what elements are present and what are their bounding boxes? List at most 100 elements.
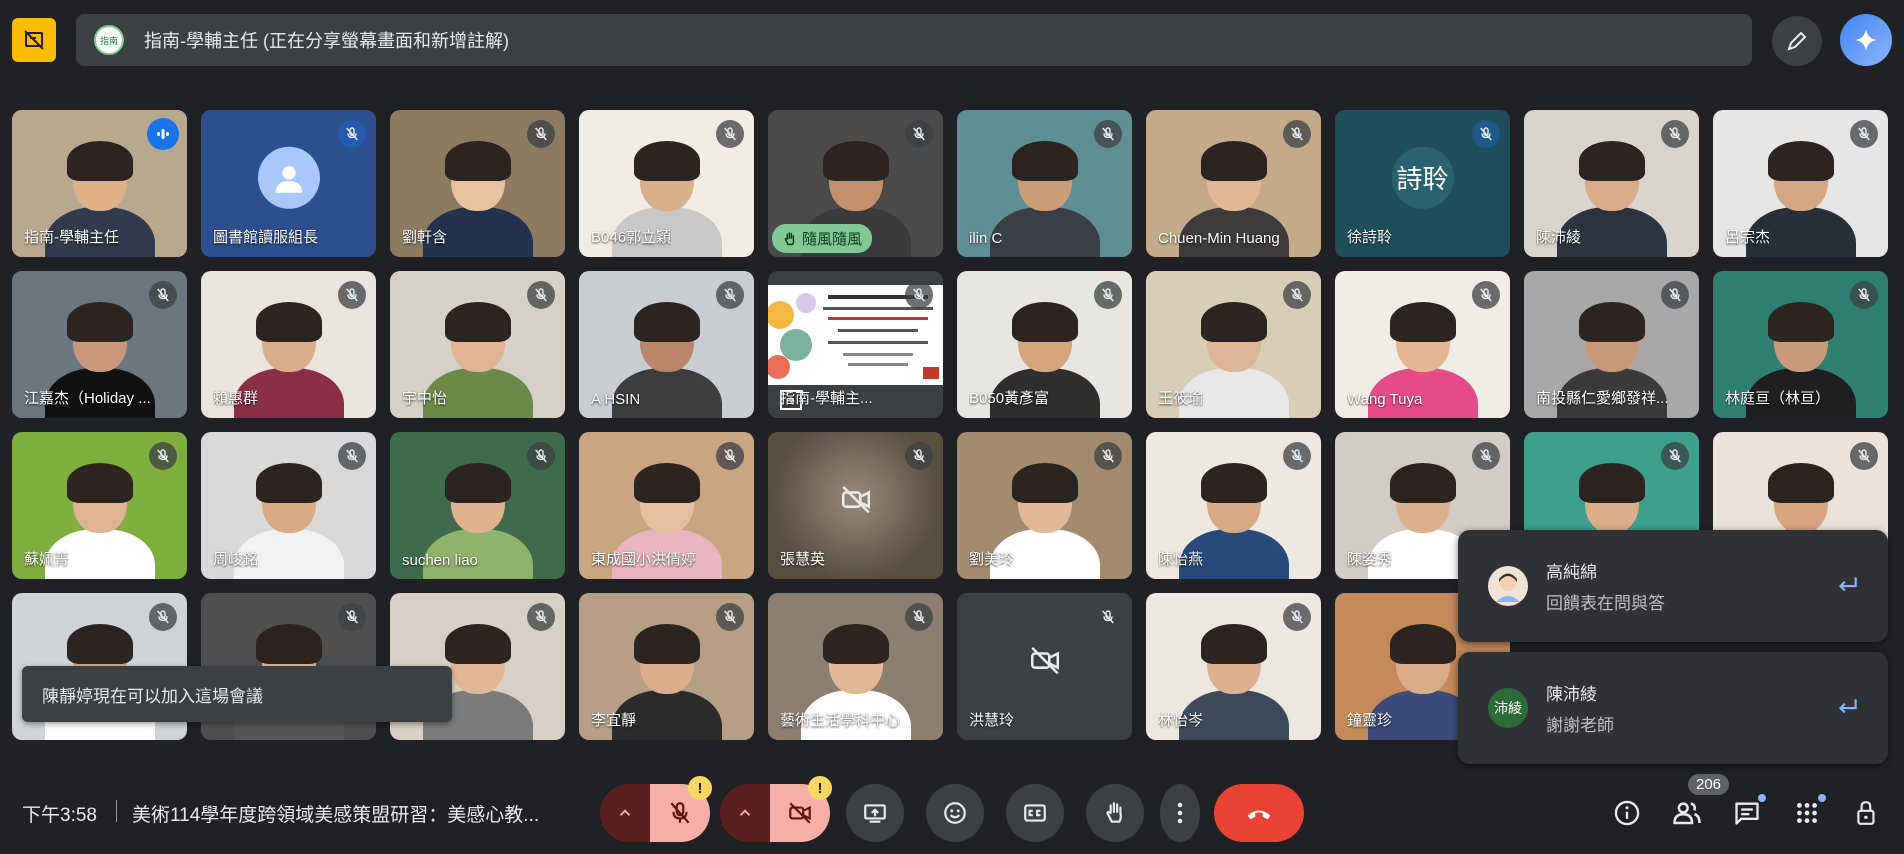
- muted-mic-icon: [1094, 442, 1122, 470]
- participant-tile[interactable]: 陳怡燕: [1146, 432, 1321, 579]
- participant-name: 洪慧玲: [969, 712, 1015, 729]
- participant-tile[interactable]: 洪慧玲: [957, 593, 1132, 740]
- reactions-button[interactable]: [926, 784, 984, 842]
- muted-mic-icon: [1283, 120, 1311, 148]
- muted-mic-icon: [905, 442, 933, 470]
- participant-tile[interactable]: 宇中怡: [390, 271, 565, 418]
- gemini-button[interactable]: [1840, 14, 1892, 66]
- muted-mic-icon: [905, 120, 933, 148]
- participant-tile[interactable]: 指南-學輔主...: [768, 271, 943, 418]
- toast-text: 陳靜婷現在可以加入這場會議: [42, 686, 263, 706]
- muted-mic-icon: [1661, 281, 1689, 309]
- participant-tile[interactable]: 林怡岑: [1146, 593, 1321, 740]
- participant-name: 賴惠群: [213, 390, 259, 407]
- top-bar: 指南 指南-學輔主任 (正在分享螢幕畫面和新增註解): [0, 0, 1904, 80]
- participant-tile[interactable]: 呂宗杰: [1713, 110, 1888, 257]
- reply-button[interactable]: [1834, 572, 1860, 603]
- participant-tile[interactable]: suchen liao: [390, 432, 565, 579]
- camera-off-icon: [789, 802, 811, 824]
- reply-button[interactable]: [1834, 694, 1860, 725]
- participant-tile[interactable]: 詩聆 徐詩聆: [1335, 110, 1510, 257]
- meeting-info-button[interactable]: [1604, 790, 1650, 836]
- mic-warning-badge: !: [688, 776, 712, 800]
- participant-tile[interactable]: 賴惠群: [201, 271, 376, 418]
- participant-tile[interactable]: 東成國小洪倩婷: [579, 432, 754, 579]
- participant-name: 東成國小洪倩婷: [591, 551, 697, 568]
- participant-tile[interactable]: Chuen-Min Huang: [1146, 110, 1321, 257]
- participant-name: 指南-學輔主...: [780, 390, 873, 407]
- muted-mic-icon: [716, 281, 744, 309]
- leave-call-button[interactable]: [1214, 784, 1304, 842]
- chat-message: 回饋表在問與答: [1546, 594, 1665, 613]
- participant-tile[interactable]: 劉美玲: [957, 432, 1132, 579]
- lock-person-icon: [1857, 801, 1875, 825]
- participant-tile[interactable]: B050黃彥富: [957, 271, 1132, 418]
- participant-tile[interactable]: 李宜靜: [579, 593, 754, 740]
- chat-button[interactable]: [1724, 790, 1770, 836]
- chat-icon: [1735, 802, 1759, 825]
- participant-name: 南投縣仁愛鄉發祥...: [1536, 390, 1669, 407]
- participant-name: 陳沛綾: [1536, 229, 1582, 246]
- participant-name: 李宜靜: [591, 712, 637, 729]
- participant-tile[interactable]: 隨風隨風: [768, 110, 943, 257]
- mic-toggle-button[interactable]: !: [650, 776, 712, 842]
- muted-mic-icon: [338, 281, 366, 309]
- bottom-bar: 下午3:58 美術114學年度跨領域美感策盟研習：美感心教... ! ! 206: [0, 770, 1904, 854]
- muted-mic-icon: [905, 281, 933, 309]
- participant-tile[interactable]: ilin C: [957, 110, 1132, 257]
- participant-tile[interactable]: 蘇姵菁: [12, 432, 187, 579]
- muted-mic-icon: [1283, 281, 1311, 309]
- more-options-button[interactable]: [1160, 784, 1200, 842]
- muted-mic-icon: [149, 281, 177, 309]
- muted-mic-icon: [527, 442, 555, 470]
- participant-name: B046郭立穎: [591, 229, 672, 246]
- participant-name: A HSIN: [591, 391, 641, 408]
- captions-button[interactable]: [1006, 784, 1064, 842]
- muted-mic-icon: [716, 442, 744, 470]
- participant-tile[interactable]: 周峻銘: [201, 432, 376, 579]
- raise-hand-button[interactable]: [1086, 784, 1144, 842]
- participant-name: 陳怡燕: [1158, 551, 1204, 568]
- participant-tile[interactable]: 張慧英: [768, 432, 943, 579]
- chat-notification[interactable]: 沛綾 陳沛綾 謝謝老師: [1458, 652, 1888, 764]
- activities-button[interactable]: [1784, 790, 1830, 836]
- activities-dot: [1818, 794, 1826, 802]
- present-screen-icon: [864, 804, 886, 823]
- participant-tile[interactable]: A HSIN: [579, 271, 754, 418]
- participant-name: 藝術生活學科中心: [780, 712, 901, 729]
- participant-tile[interactable]: 林庭亘（林亘）: [1713, 271, 1888, 418]
- participant-tile[interactable]: B046郭立穎: [579, 110, 754, 257]
- initials-avatar: 詩聆: [1391, 146, 1454, 209]
- people-button[interactable]: [1664, 790, 1710, 836]
- participant-tile[interactable]: 劉軒含: [390, 110, 565, 257]
- host-controls-button[interactable]: [1844, 790, 1890, 836]
- muted-mic-icon: [1283, 603, 1311, 631]
- annotate-button[interactable]: [1772, 16, 1822, 66]
- chat-sender: 高純綿: [1546, 563, 1597, 582]
- reply-arrow-icon: [1838, 699, 1857, 714]
- participant-name: 劉軒含: [402, 229, 448, 246]
- muted-mic-icon: [905, 603, 933, 631]
- muted-mic-icon: [1472, 120, 1500, 148]
- chevron-up-icon: [619, 809, 631, 816]
- participant-tile[interactable]: Wang Tuya: [1335, 271, 1510, 418]
- muted-mic-icon: [1094, 281, 1122, 309]
- participant-tile[interactable]: 圖書館讀服組長: [201, 110, 376, 257]
- chat-sender: 陳沛綾: [1546, 685, 1597, 704]
- participant-tile[interactable]: 王筱瑜: [1146, 271, 1321, 418]
- audio-options-button[interactable]: [600, 784, 650, 842]
- participant-tile[interactable]: 陳沛綾: [1524, 110, 1699, 257]
- chat-notification[interactable]: 高純綿 回饋表在問與答: [1458, 530, 1888, 642]
- hide-annotations-button[interactable]: [12, 18, 56, 62]
- muted-mic-icon: [527, 281, 555, 309]
- participant-name: Chuen-Min Huang: [1158, 230, 1280, 247]
- mic-control-group: !: [600, 776, 712, 842]
- participant-tile[interactable]: 南投縣仁愛鄉發祥...: [1524, 271, 1699, 418]
- presenter-banner[interactable]: 指南 指南-學輔主任 (正在分享螢幕畫面和新增註解): [76, 14, 1752, 66]
- present-button[interactable]: [846, 784, 904, 842]
- camera-toggle-button[interactable]: !: [770, 776, 832, 842]
- participant-tile[interactable]: 指南-學輔主任: [12, 110, 187, 257]
- video-options-button[interactable]: [720, 784, 770, 842]
- participant-tile[interactable]: 藝術生活學科中心: [768, 593, 943, 740]
- participant-tile[interactable]: 江嘉杰（Holiday ...: [12, 271, 187, 418]
